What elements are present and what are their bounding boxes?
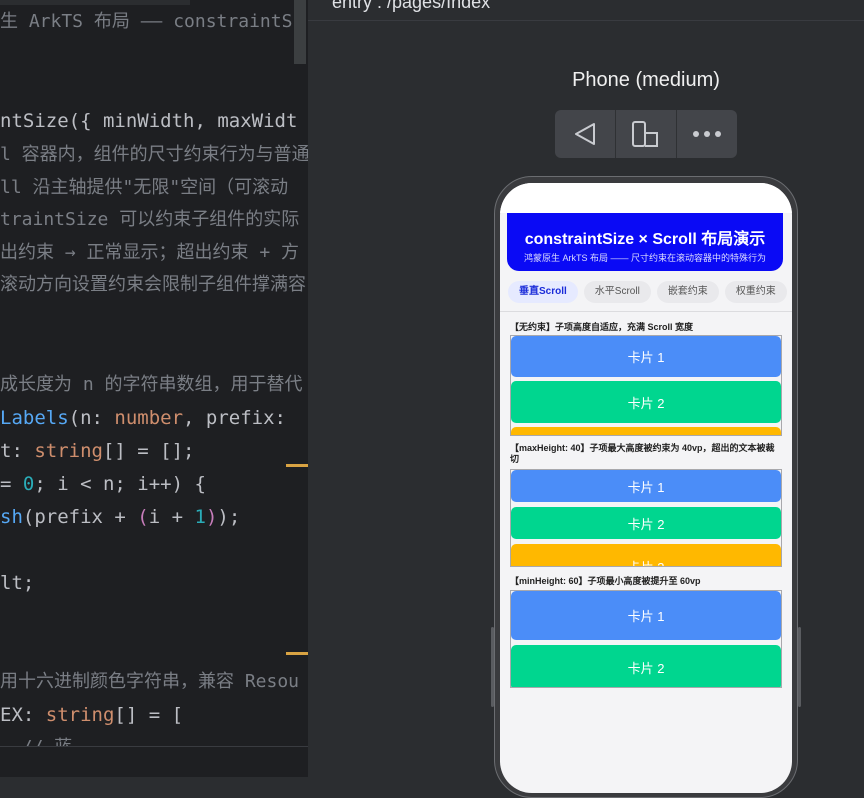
code-token: lt;: [0, 572, 35, 594]
code-token: EX:: [0, 704, 46, 726]
tab-3[interactable]: 权重约束: [724, 281, 787, 303]
code-token: =: [0, 473, 23, 495]
status-bar: [500, 183, 792, 213]
code-line: sh(prefix + (i + 1));: [0, 505, 240, 529]
editor-status-strip: [0, 746, 308, 777]
triangle-left-icon: [575, 123, 595, 145]
code-token: ntSize({ minWidth, maxWidt: [0, 110, 298, 132]
app-header: constraintSize × Scroll 布局演示 鸿蒙原生 ArkTS …: [507, 213, 783, 271]
app-subtitle: 鸿蒙原生 ArkTS 布局 —— 尺寸约束在滚动容器中的特殊行为: [523, 253, 766, 263]
code-line: t: string[] = [];: [0, 439, 194, 463]
code-token: 1: [194, 506, 206, 528]
card-label: 卡片 3: [627, 559, 665, 567]
code-token: Labels: [0, 407, 69, 429]
diff-marker: [286, 464, 308, 467]
previewer-panel: entry : /pages/Index Phone (medium) cons…: [308, 0, 864, 798]
card-3[interactable]: 卡片 3: [511, 544, 781, 567]
code-line: traintSize 可以约束子组件的实际: [0, 209, 300, 230]
divider: [500, 311, 792, 312]
code-line: ll 沿主轴提供"无限"空间（可滚动: [0, 177, 289, 198]
tab-0[interactable]: 垂直Scroll: [508, 281, 578, 303]
code-editor[interactable]: 生 ArkTS 布局 —— constraintS ntSize({ minWid…: [0, 0, 308, 777]
card-label: 卡片 1: [627, 479, 665, 495]
code-token: (n:: [68, 407, 115, 429]
card-label: 卡片 1: [627, 609, 665, 624]
scroll-area-max-height[interactable]: 卡片 1 卡片 2 卡片 3: [510, 469, 782, 567]
code-token: i +: [148, 506, 195, 528]
card-1[interactable]: 卡片 1: [511, 591, 781, 640]
section-label-min-height: 【minHeight: 60】子项最小高度被提升至 60vp: [510, 576, 701, 586]
card-label: 卡片 2: [627, 516, 665, 532]
code-token: ): [205, 506, 218, 528]
device-switch-button[interactable]: [616, 110, 677, 158]
editor-scrollbar[interactable]: [294, 0, 306, 64]
previewer-title: entry : /pages/Index: [332, 0, 491, 12]
card-2[interactable]: 卡片 2: [511, 507, 781, 539]
section-label-no-constraint: 【无约束】子项高度自适应，充满 Scroll 宽度: [510, 322, 694, 332]
code-line: lt;: [0, 571, 34, 595]
more-button[interactable]: [677, 110, 737, 158]
code-token: number: [114, 407, 184, 429]
tab-1[interactable]: 水平Scroll: [583, 281, 651, 303]
code-token: string: [34, 440, 103, 462]
code-line: Labels(n: number, prefix:: [0, 406, 286, 430]
code-line: 滚动方向设置约束会限制子组件撑满容: [0, 274, 306, 295]
code-token: string: [45, 704, 115, 726]
scroll-area-no-constraint[interactable]: 卡片 1 卡片 2: [510, 335, 782, 436]
phone-side-button: [491, 627, 494, 707]
code-token: );: [217, 506, 241, 528]
divider: [308, 20, 864, 21]
diff-marker: [286, 652, 308, 655]
card-2[interactable]: 卡片 2: [511, 381, 781, 423]
card-label: 卡片 2: [627, 395, 665, 411]
previewer-toolbar: [555, 110, 737, 158]
code-token: [] = [];: [102, 440, 195, 462]
code-token: t:: [0, 440, 35, 462]
section-label-max-height: 【maxHeight: 40】子项最大高度被约束为 40vp，超出的文本被裁切: [510, 443, 775, 464]
code-token: sh: [0, 506, 23, 528]
code-token: , prefix:: [183, 407, 286, 429]
card-1[interactable]: 卡片 1: [511, 336, 781, 377]
card-label: 卡片 2: [627, 661, 665, 676]
device-label: Phone (medium): [572, 69, 720, 91]
code-line: = 0; i < n; i++) {: [0, 472, 206, 496]
code-token: 0: [22, 473, 35, 495]
code-line: 成长度为 n 的字符串数组，用于替代: [0, 374, 303, 395]
card-label: 卡片 1: [627, 350, 665, 365]
card-2[interactable]: 卡片 2: [511, 645, 781, 687]
more-dots-icon: [693, 131, 721, 137]
code-token: [] = [: [114, 704, 184, 726]
code-line: EX: string[] = [: [0, 703, 183, 727]
editor-tab-strip: [0, 0, 190, 5]
card-1[interactable]: 卡片 1: [511, 470, 781, 502]
code-line: l 容器内，组件的尺寸约束行为与普通: [0, 144, 308, 165]
app-title: constraintSize × Scroll 布局演示: [524, 231, 766, 248]
code-token: ; i < n; i++) {: [34, 473, 206, 495]
phone-side-button: [798, 627, 801, 707]
code-token: (prefix +: [22, 506, 138, 528]
code-token: (: [137, 506, 149, 528]
card-3[interactable]: [511, 427, 781, 435]
tab-bar: 垂直Scroll 水平Scroll 嵌套约束 权重约束: [508, 281, 787, 303]
tab-2[interactable]: 嵌套约束: [656, 281, 719, 303]
scroll-area-min-height[interactable]: 卡片 1 卡片 2: [510, 590, 782, 688]
code-line: ntSize({ minWidth, maxWidt: [0, 109, 297, 133]
phone-frame: constraintSize × Scroll 布局演示 鸿蒙原生 ArkTS …: [491, 176, 801, 798]
code-line: 生 ArkTS 布局 —— constraintS: [0, 11, 293, 32]
code-line: 用十六进制颜色字符串，兼容 Resou: [0, 671, 300, 692]
rotate-button[interactable]: [555, 110, 616, 158]
phone-tablet-icon: [632, 121, 658, 147]
code-line: 出约束 → 正常显示；超出约束 + 方: [0, 242, 300, 263]
phone-screen[interactable]: constraintSize × Scroll 布局演示 鸿蒙原生 ArkTS …: [500, 183, 792, 793]
